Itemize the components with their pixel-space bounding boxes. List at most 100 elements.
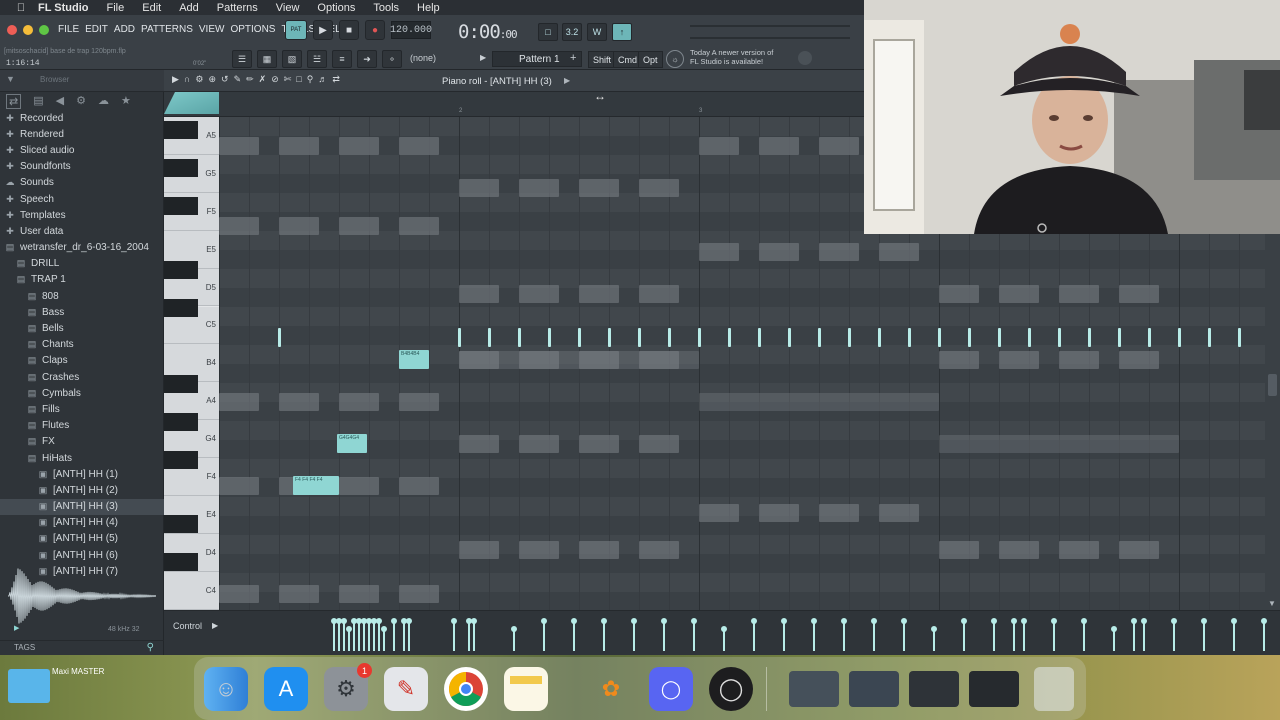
- wait-input-icon[interactable]: W: [587, 23, 607, 41]
- tags-search-icon[interactable]: ⚲: [147, 641, 154, 655]
- velocity-marker[interactable]: [1051, 618, 1057, 651]
- browser-item[interactable]: ✚ Sliced audio: [0, 142, 164, 158]
- hihat-note[interactable]: [458, 328, 461, 347]
- piano-roll-icon[interactable]: ▧: [282, 50, 302, 68]
- window-thumbnail-4-icon[interactable]: [969, 671, 1019, 707]
- fl-menu-file[interactable]: FILE: [58, 24, 79, 35]
- playlist-icon[interactable]: ☰: [232, 50, 252, 68]
- apple-icon[interactable]: : [14, 2, 28, 14]
- microphone-icon[interactable]: ⚬: [382, 50, 402, 68]
- pr-select-icon[interactable]: □: [296, 74, 301, 85]
- hihat-note[interactable]: [1058, 328, 1061, 347]
- browser-plugin-icon[interactable]: ⚙: [76, 94, 86, 109]
- velocity-marker[interactable]: [346, 626, 352, 651]
- stop-button[interactable]: ■: [339, 20, 359, 40]
- pr-delete-icon[interactable]: ✗: [259, 74, 267, 85]
- minimize-window-button[interactable]: [23, 25, 33, 35]
- velocity-marker[interactable]: [571, 618, 577, 651]
- velocity-marker[interactable]: [391, 618, 397, 651]
- piano-keyboard[interactable]: A5 G5 F5 E5 D5 C5 B4 A4 G4 F4 E4 D4 C4: [164, 117, 219, 610]
- velocity-marker[interactable]: [841, 618, 847, 651]
- browser-item[interactable]: ▤ 808: [0, 288, 164, 304]
- next-pattern-arrow-icon[interactable]: ▶: [480, 53, 486, 62]
- hihat-note[interactable]: [668, 328, 671, 347]
- browser-expand-icon[interactable]: ⇄: [6, 94, 22, 109]
- browser-item[interactable]: ▤ Fills: [0, 401, 164, 417]
- pr-mute-icon[interactable]: ⊘: [271, 74, 279, 85]
- velocity-marker[interactable]: [991, 618, 997, 651]
- black-key[interactable]: [164, 451, 198, 469]
- browser-item[interactable]: ▤ Flutes: [0, 418, 164, 434]
- notes-icon[interactable]: [504, 667, 548, 711]
- velocity-marker[interactable]: [451, 618, 457, 651]
- hihat-note[interactable]: [878, 328, 881, 347]
- snap-selector[interactable]: (none): [410, 53, 436, 63]
- browser-item[interactable]: ▣ [ANTH] HH (5): [0, 531, 164, 547]
- hihat-note[interactable]: [638, 328, 641, 347]
- velocity-marker[interactable]: [781, 618, 787, 651]
- velocity-marker[interactable]: [721, 626, 727, 651]
- hihat-note[interactable]: [518, 328, 521, 347]
- hihat-note[interactable]: [1208, 328, 1211, 347]
- velocity-marker[interactable]: [511, 626, 517, 651]
- tempo-display[interactable]: 120.000: [390, 21, 432, 39]
- step-edit-icon[interactable]: 3.2: [562, 23, 582, 41]
- menu-options[interactable]: Options: [317, 2, 355, 14]
- browser-item[interactable]: ▣ [ANTH] HH (4): [0, 515, 164, 531]
- velocity-marker[interactable]: [466, 618, 472, 651]
- velocity-marker[interactable]: [1141, 618, 1147, 651]
- velocity-marker[interactable]: [901, 618, 907, 651]
- velocity-marker[interactable]: [361, 618, 367, 651]
- browser-item[interactable]: ✚ Recorded: [0, 110, 164, 126]
- pr-snap-icon[interactable]: ⚙: [195, 74, 203, 85]
- menu-edit[interactable]: Edit: [142, 2, 161, 14]
- velocity-marker[interactable]: [471, 618, 477, 651]
- active-note[interactable]: F4 F4 F4 F4: [293, 476, 339, 495]
- obs-icon[interactable]: ◯: [709, 667, 753, 711]
- browser-item[interactable]: ▤ FX: [0, 434, 164, 450]
- browser-item[interactable]: ▣ [ANTH] HH (1): [0, 466, 164, 482]
- velocity-marker[interactable]: [691, 618, 697, 651]
- fl-menu-edit[interactable]: EDIT: [85, 24, 108, 35]
- opt-key-hint[interactable]: Opt: [638, 51, 663, 68]
- velocity-marker[interactable]: [366, 618, 372, 651]
- velocity-marker[interactable]: [751, 618, 757, 651]
- pattern-selector[interactable]: Pattern 1: [492, 51, 582, 67]
- master-pitch-slider[interactable]: [690, 37, 850, 39]
- control-lane-label[interactable]: Control: [173, 621, 202, 631]
- pr-title-arrow-icon[interactable]: ▶: [564, 76, 570, 85]
- hihat-note[interactable]: [548, 328, 551, 347]
- browser-item[interactable]: ▣ [ANTH] HH (3): [0, 498, 164, 515]
- fl-menu-view[interactable]: VIEW: [199, 24, 225, 35]
- browser-item[interactable]: ▣ [ANTH] HH (6): [0, 547, 164, 563]
- desktop-folder-icon[interactable]: [8, 669, 50, 703]
- shift-key-hint[interactable]: Shift: [588, 51, 617, 68]
- hihat-note[interactable]: [608, 328, 611, 347]
- velocity-marker[interactable]: [1111, 626, 1117, 651]
- browser-star-icon[interactable]: ★: [121, 94, 131, 109]
- window-thumbnail-3-icon[interactable]: [909, 671, 959, 707]
- black-key[interactable]: [164, 121, 198, 139]
- velocity-marker[interactable]: [1081, 618, 1087, 651]
- velocity-marker[interactable]: [331, 618, 337, 651]
- system-preferences-icon[interactable]: ⚙ 1: [324, 663, 372, 711]
- black-key[interactable]: [164, 159, 198, 177]
- close-window-button[interactable]: [7, 25, 17, 35]
- menu-add[interactable]: Add: [179, 2, 199, 14]
- scrollbar-thumb[interactable]: [1268, 374, 1277, 396]
- browser-item[interactable]: ☁ Sounds: [0, 175, 164, 191]
- pr-zoom-icon[interactable]: ⚲: [307, 74, 314, 85]
- pr-options-arrow-icon[interactable]: ▶: [172, 74, 179, 85]
- metronome-icon[interactable]: □: [538, 23, 558, 41]
- velocity-marker[interactable]: [341, 618, 347, 651]
- hihat-note[interactable]: [578, 328, 581, 347]
- hihat-note[interactable]: [968, 328, 971, 347]
- hihat-note[interactable]: [758, 328, 761, 347]
- browser-item[interactable]: ✚ Speech: [0, 191, 164, 207]
- browser-item[interactable]: ▤ Cymbals: [0, 385, 164, 401]
- hihat-note[interactable]: [848, 328, 851, 347]
- menu-help[interactable]: Help: [417, 2, 440, 14]
- waveform-play-icon[interactable]: ▶: [14, 624, 19, 632]
- pr-slice-icon[interactable]: ✄: [284, 74, 292, 85]
- fl-studio-icon[interactable]: ✿: [589, 667, 633, 711]
